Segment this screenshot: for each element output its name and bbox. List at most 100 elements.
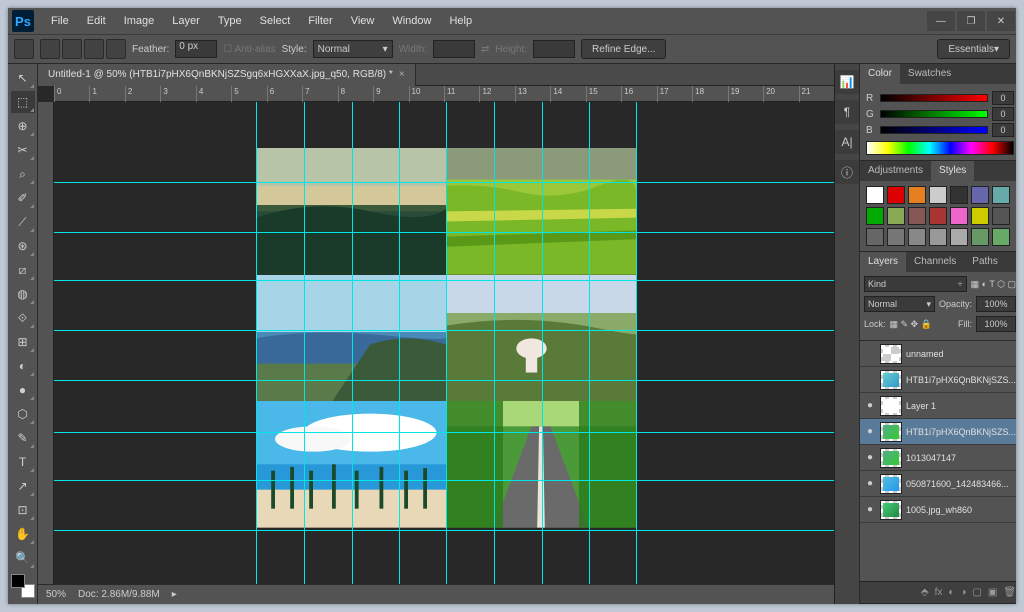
close-tab-icon[interactable]: × bbox=[399, 69, 405, 80]
style-swatch[interactable] bbox=[908, 207, 926, 225]
style-swatch[interactable] bbox=[950, 207, 968, 225]
sel-int-icon[interactable] bbox=[106, 39, 126, 59]
guide-vertical[interactable] bbox=[494, 102, 495, 584]
color-value[interactable]: 0 bbox=[992, 91, 1014, 105]
sel-add-icon[interactable] bbox=[62, 39, 82, 59]
style-swatch[interactable] bbox=[908, 228, 926, 246]
link-layers-icon[interactable]: ⬘ bbox=[921, 587, 929, 598]
tool-15[interactable]: ✎ bbox=[11, 427, 35, 449]
refine-edge-button[interactable]: Refine Edge... bbox=[581, 39, 666, 59]
style-swatch[interactable] bbox=[929, 228, 947, 246]
adjustments-tab[interactable]: Adjustments bbox=[860, 161, 931, 181]
layer-filter-dropdown[interactable]: Kind÷ bbox=[864, 276, 967, 292]
color-value[interactable]: 0 bbox=[992, 123, 1014, 137]
color-slider[interactable] bbox=[880, 94, 988, 102]
color-spectrum[interactable] bbox=[866, 141, 1014, 155]
menu-help[interactable]: Help bbox=[440, 8, 481, 34]
close-button[interactable]: ✕ bbox=[987, 11, 1015, 31]
sel-sub-icon[interactable] bbox=[84, 39, 104, 59]
guide-horizontal[interactable] bbox=[54, 380, 834, 381]
tool-2[interactable]: ⊕ bbox=[11, 115, 35, 137]
color-value[interactable]: 0 bbox=[992, 107, 1014, 121]
menu-layer[interactable]: Layer bbox=[163, 8, 209, 34]
tool-14[interactable]: ⬡ bbox=[11, 403, 35, 425]
style-swatch[interactable] bbox=[992, 186, 1010, 204]
guide-vertical[interactable] bbox=[589, 102, 590, 584]
visibility-icon[interactable]: ● bbox=[864, 504, 876, 516]
visibility-icon[interactable]: ● bbox=[864, 478, 876, 490]
sel-new-icon[interactable] bbox=[40, 39, 60, 59]
color-tab[interactable]: Color bbox=[860, 64, 900, 84]
layer-row[interactable]: unnamed bbox=[860, 341, 1016, 367]
tool-6[interactable]: ⟋ bbox=[11, 211, 35, 233]
tool-19[interactable]: ✋ bbox=[11, 523, 35, 545]
layer-row[interactable]: ●1013047147 bbox=[860, 445, 1016, 471]
canvas-stage[interactable] bbox=[54, 102, 834, 584]
delete-layer-icon[interactable]: 🗑 bbox=[1003, 587, 1016, 598]
menu-filter[interactable]: Filter bbox=[299, 8, 341, 34]
layer-thumbnail[interactable] bbox=[880, 396, 902, 416]
guide-vertical[interactable] bbox=[256, 102, 257, 584]
style-swatch[interactable] bbox=[866, 186, 884, 204]
canvas-viewport[interactable]: 0123456789101112131415161718192021 bbox=[38, 86, 834, 584]
menu-view[interactable]: View bbox=[342, 8, 384, 34]
tool-20[interactable]: 🔍 bbox=[11, 547, 35, 569]
style-dropdown[interactable]: Normal▾ bbox=[313, 40, 393, 58]
menu-window[interactable]: Window bbox=[383, 8, 440, 34]
menu-type[interactable]: Type bbox=[209, 8, 251, 34]
color-slider[interactable] bbox=[880, 110, 988, 118]
tool-3[interactable]: ✂ bbox=[11, 139, 35, 161]
tool-16[interactable]: T bbox=[11, 451, 35, 473]
guide-horizontal[interactable] bbox=[54, 432, 834, 433]
fx-icon[interactable]: fx bbox=[935, 587, 943, 598]
fill-input[interactable]: 100% bbox=[976, 316, 1016, 332]
guide-horizontal[interactable] bbox=[54, 530, 834, 531]
visibility-icon[interactable]: ● bbox=[864, 452, 876, 464]
channels-tab[interactable]: Channels bbox=[906, 252, 964, 272]
document-tab[interactable]: Untitled-1 @ 50% (HTB1i7pHX6QnBKNjSZSgq6… bbox=[38, 64, 416, 86]
layer-thumbnail[interactable] bbox=[880, 448, 902, 468]
visibility-icon[interactable] bbox=[864, 348, 876, 360]
adjustment-icon[interactable]: ◑ bbox=[960, 587, 966, 598]
style-swatch[interactable] bbox=[866, 228, 884, 246]
tool-9[interactable]: ◍ bbox=[11, 283, 35, 305]
group-icon[interactable]: ▢ bbox=[972, 587, 981, 598]
style-swatch[interactable] bbox=[971, 207, 989, 225]
guide-horizontal[interactable] bbox=[54, 480, 834, 481]
tool-4[interactable]: ⌕ bbox=[11, 163, 35, 185]
layers-tab[interactable]: Layers bbox=[860, 252, 906, 272]
zoom-level[interactable]: 50% bbox=[46, 589, 66, 600]
color-slider[interactable] bbox=[880, 126, 988, 134]
layer-thumbnail[interactable] bbox=[880, 500, 902, 520]
mask-icon[interactable]: ◐ bbox=[948, 587, 954, 598]
tool-18[interactable]: ⊡ bbox=[11, 499, 35, 521]
guide-vertical[interactable] bbox=[542, 102, 543, 584]
menu-edit[interactable]: Edit bbox=[78, 8, 115, 34]
tool-10[interactable]: ⟐ bbox=[11, 307, 35, 329]
layer-row[interactable]: ●050871600_142483466... bbox=[860, 471, 1016, 497]
style-swatch[interactable] bbox=[971, 228, 989, 246]
style-swatch[interactable] bbox=[971, 186, 989, 204]
maximize-button[interactable]: ❐ bbox=[957, 11, 985, 31]
menu-select[interactable]: Select bbox=[251, 8, 300, 34]
tool-11[interactable]: ⊞ bbox=[11, 331, 35, 353]
paths-tab[interactable]: Paths bbox=[964, 252, 1006, 272]
tool-1[interactable]: ⬚ bbox=[11, 91, 35, 113]
tool-5[interactable]: ✐ bbox=[11, 187, 35, 209]
guide-vertical[interactable] bbox=[446, 102, 447, 584]
feather-input[interactable]: 0 px bbox=[175, 40, 217, 58]
tool-13[interactable]: ● bbox=[11, 379, 35, 401]
new-layer-icon[interactable]: ▣ bbox=[988, 587, 997, 598]
style-swatch[interactable] bbox=[992, 207, 1010, 225]
character-icon[interactable]: ¶ bbox=[835, 100, 859, 124]
visibility-icon[interactable] bbox=[864, 374, 876, 386]
layer-thumbnail[interactable] bbox=[880, 370, 902, 390]
info-icon[interactable]: ⓘ bbox=[835, 160, 859, 184]
swatches-tab[interactable]: Swatches bbox=[900, 64, 959, 84]
guide-horizontal[interactable] bbox=[54, 330, 834, 331]
layer-row[interactable]: ●Layer 1 bbox=[860, 393, 1016, 419]
visibility-icon[interactable]: ● bbox=[864, 426, 876, 438]
layer-row[interactable]: ●1005.jpg_wh860 bbox=[860, 497, 1016, 523]
style-swatch[interactable] bbox=[929, 186, 947, 204]
style-swatch[interactable] bbox=[908, 186, 926, 204]
